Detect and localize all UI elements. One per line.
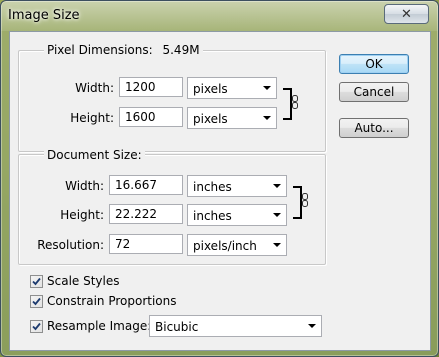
close-button[interactable]: ✕ [384,4,429,24]
constrain-proportions-option[interactable]: Constrain Proportions [30,294,177,308]
resolution-unit-select[interactable]: pixels/inch [187,234,287,256]
doc-link-bracket [293,186,302,219]
pixel-dimensions-group [18,50,326,152]
pixel-height-unit-select[interactable]: pixels [187,107,277,129]
doc-height-label: Height: [60,208,104,222]
chevron-down-icon [263,86,271,90]
resample-method-select[interactable]: Bicubic [149,315,322,337]
pixel-dimensions-label: Pixel Dimensions: [47,43,153,57]
cancel-button[interactable]: Cancel [339,82,409,102]
pixel-height-label: Height: [70,111,114,125]
document-size-label: Document Size: [44,148,145,162]
resolution-unit-value: pixels/inch [193,239,257,253]
image-size-window: Image Size ✕ Pixel Dimensions: 5.49M Wid… [0,0,439,357]
chain-link-icon [302,193,308,207]
resample-method-value: Bicubic [155,320,199,334]
doc-width-unit-select[interactable]: inches [187,175,287,197]
chevron-down-icon [263,116,271,120]
title-bar[interactable]: Image Size ✕ [1,1,438,31]
close-icon: ✕ [401,6,412,22]
constrain-proportions-label: Constrain Proportions [47,294,177,308]
dialog-body: Pixel Dimensions: 5.49M Width: pixels He… [9,31,431,351]
doc-width-input[interactable] [109,175,183,195]
checkmark-icon [32,277,41,285]
pixel-link-bracket [283,88,292,120]
chevron-down-icon [273,243,281,247]
pixel-width-label: Width: [75,81,114,95]
doc-width-unit-value: inches [193,180,232,194]
resample-image-option[interactable]: Resample Image: [30,319,151,333]
resolution-input[interactable] [109,234,183,254]
doc-height-unit-select[interactable]: inches [187,204,287,226]
ok-button[interactable]: OK [339,54,409,74]
pixel-dimensions-size: 5.49M [162,43,200,57]
chevron-down-icon [273,184,281,188]
pixel-dimensions-heading: Pixel Dimensions: 5.49M [44,43,203,57]
pixel-height-unit-value: pixels [193,112,228,126]
resample-image-checkbox[interactable] [30,319,43,333]
scale-styles-option[interactable]: Scale Styles [30,274,120,288]
pixel-height-input[interactable] [119,107,183,127]
checkmark-icon [32,297,41,305]
chain-link-icon [292,95,298,109]
resolution-label: Resolution: [37,238,104,252]
auto-button[interactable]: Auto... [339,118,409,138]
pixel-width-unit-select[interactable]: pixels [187,77,277,99]
constrain-proportions-checkbox[interactable] [30,294,43,308]
doc-width-label: Width: [65,179,104,193]
dialog-title: Image Size [8,8,80,23]
resample-image-label: Resample Image: [47,319,152,333]
chevron-down-icon [273,213,281,217]
chevron-down-icon [308,324,316,328]
doc-height-input[interactable] [109,204,183,224]
scale-styles-label: Scale Styles [47,274,120,288]
pixel-width-input[interactable] [119,77,183,97]
doc-height-unit-value: inches [193,209,232,223]
checkmark-icon [32,322,41,330]
pixel-width-unit-value: pixels [193,82,228,96]
scale-styles-checkbox[interactable] [30,274,43,288]
